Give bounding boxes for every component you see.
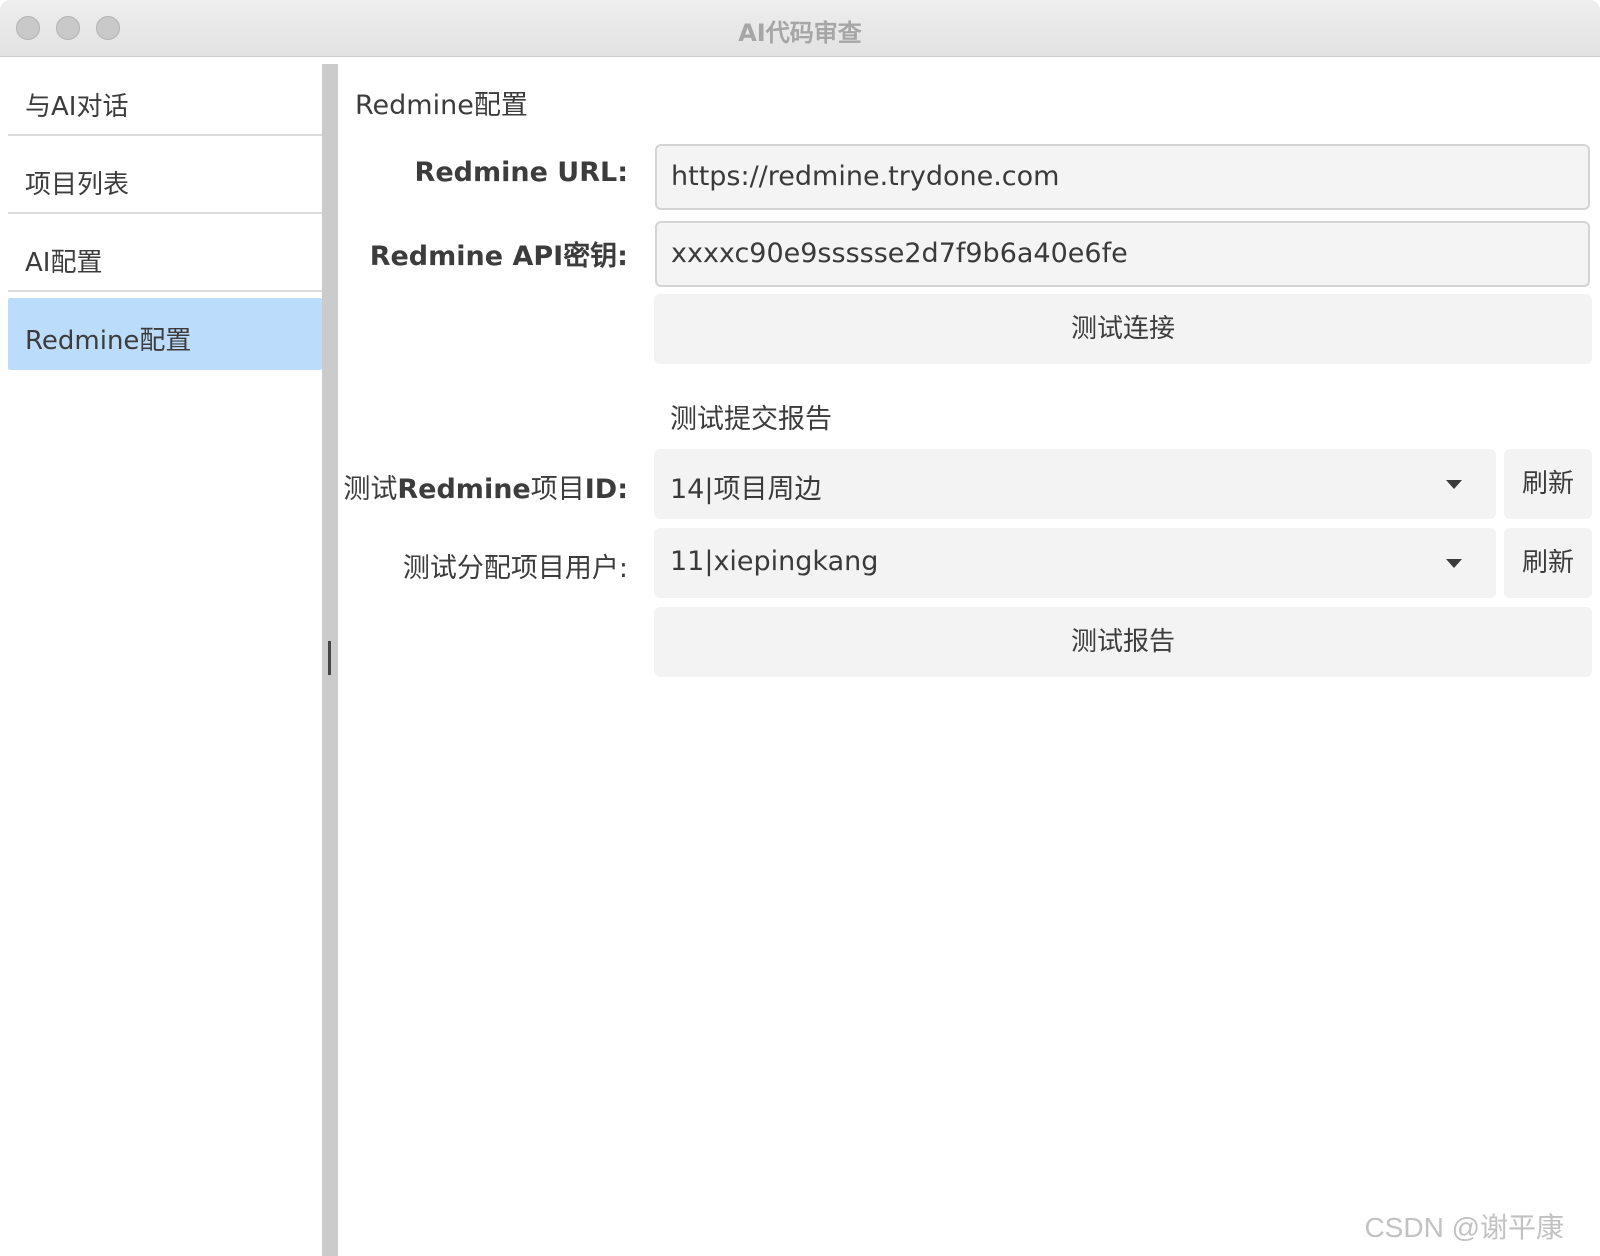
chevron-down-icon <box>1446 480 1462 489</box>
sidebar-item-label: AI配置 <box>25 248 103 278</box>
label-part: 项目 <box>530 474 585 505</box>
select-value: 11|xiepingkang <box>670 546 879 577</box>
sidebar: 与AI对话 项目列表 AI配置 Redmine配置 <box>0 57 322 1256</box>
sidebar-item-label: Redmine配置 <box>25 326 192 356</box>
label-part: ID: <box>584 474 628 505</box>
sidebar-item-redmine-config[interactable]: Redmine配置 <box>8 298 322 370</box>
refresh-user-button[interactable]: 刷新 <box>1504 528 1592 598</box>
sidebar-item-label: 与AI对话 <box>25 92 129 122</box>
redmine-config-panel: Redmine配置 Redmine URL: https://redmine.t… <box>338 57 1600 1256</box>
assignee-label: 测试分配项目用户: <box>402 553 628 584</box>
select-value: 14|项目周边 <box>670 474 822 505</box>
splitter[interactable] <box>322 64 338 1256</box>
test-report-heading: 测试提交报告 <box>670 404 832 435</box>
api-label-bold: Redmine API <box>369 241 564 272</box>
sidebar-item-ai-config[interactable]: AI配置 <box>8 220 322 292</box>
watermark: CSDN @谢平康 <box>1364 1212 1564 1243</box>
splitter-handle[interactable] <box>328 641 331 675</box>
project-id-label: 测试Redmine项目ID: <box>343 467 628 506</box>
label-part: Redmine <box>397 474 531 505</box>
sidebar-item-project-list[interactable]: 项目列表 <box>8 142 322 214</box>
redmine-api-key-label: Redmine API密钥: <box>370 234 628 273</box>
title-bar: AI代码审查 <box>0 0 1600 57</box>
redmine-api-key-input[interactable]: xxxxc90e9ssssse2d7f9b6a40e6fe <box>655 221 1590 287</box>
api-label-rest: 密钥: <box>563 241 628 272</box>
assignee-select[interactable]: 11|xiepingkang <box>654 528 1496 598</box>
sidebar-item-ai-chat[interactable]: 与AI对话 <box>8 64 322 136</box>
project-id-select[interactable]: 14|项目周边 <box>654 449 1496 519</box>
label-part: 测试 <box>343 474 398 505</box>
refresh-project-button[interactable]: 刷新 <box>1504 449 1592 519</box>
section-title: Redmine配置 <box>355 90 528 121</box>
chevron-down-icon <box>1446 559 1462 568</box>
redmine-url-input[interactable]: https://redmine.trydone.com <box>655 144 1590 210</box>
test-connection-button[interactable]: 测试连接 <box>654 294 1592 364</box>
redmine-url-label: Redmine URL: <box>414 157 628 188</box>
test-report-button[interactable]: 测试报告 <box>654 607 1592 677</box>
window-title: AI代码审查 <box>738 19 862 47</box>
sidebar-item-label: 项目列表 <box>25 170 130 200</box>
